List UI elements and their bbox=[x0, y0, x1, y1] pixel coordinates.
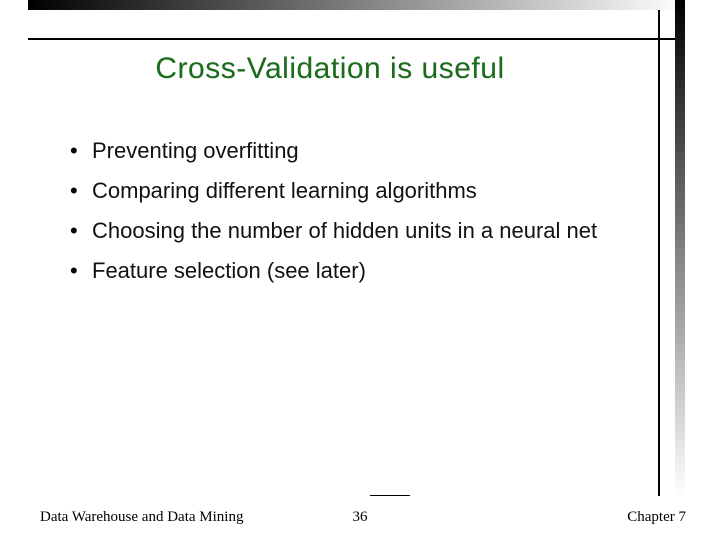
slide: Cross-Validation is useful Preventing ov… bbox=[0, 0, 720, 540]
footer-page-number: 36 bbox=[0, 509, 720, 526]
footer-right-text: Chapter 7 bbox=[627, 509, 686, 526]
footer-center-rule bbox=[370, 495, 410, 496]
slide-title: Cross-Validation is useful bbox=[0, 52, 660, 86]
top-gradient-bar bbox=[28, 0, 685, 10]
list-item-text: Comparing different learning algorithms bbox=[92, 178, 477, 203]
top-horizontal-rule bbox=[28, 38, 678, 40]
list-item: Feature selection (see later) bbox=[70, 255, 630, 287]
list-item: Choosing the number of hidden units in a… bbox=[70, 215, 630, 247]
right-gradient-bar bbox=[675, 0, 685, 496]
bullet-list: Preventing overfitting Comparing differe… bbox=[70, 135, 630, 295]
list-item: Comparing different learning algorithms bbox=[70, 175, 630, 207]
list-item-text: Choosing the number of hidden units in a… bbox=[92, 218, 597, 243]
list-item-text: Feature selection (see later) bbox=[92, 258, 366, 283]
list-item-text: Preventing overfitting bbox=[92, 138, 299, 163]
list-item: Preventing overfitting bbox=[70, 135, 630, 167]
